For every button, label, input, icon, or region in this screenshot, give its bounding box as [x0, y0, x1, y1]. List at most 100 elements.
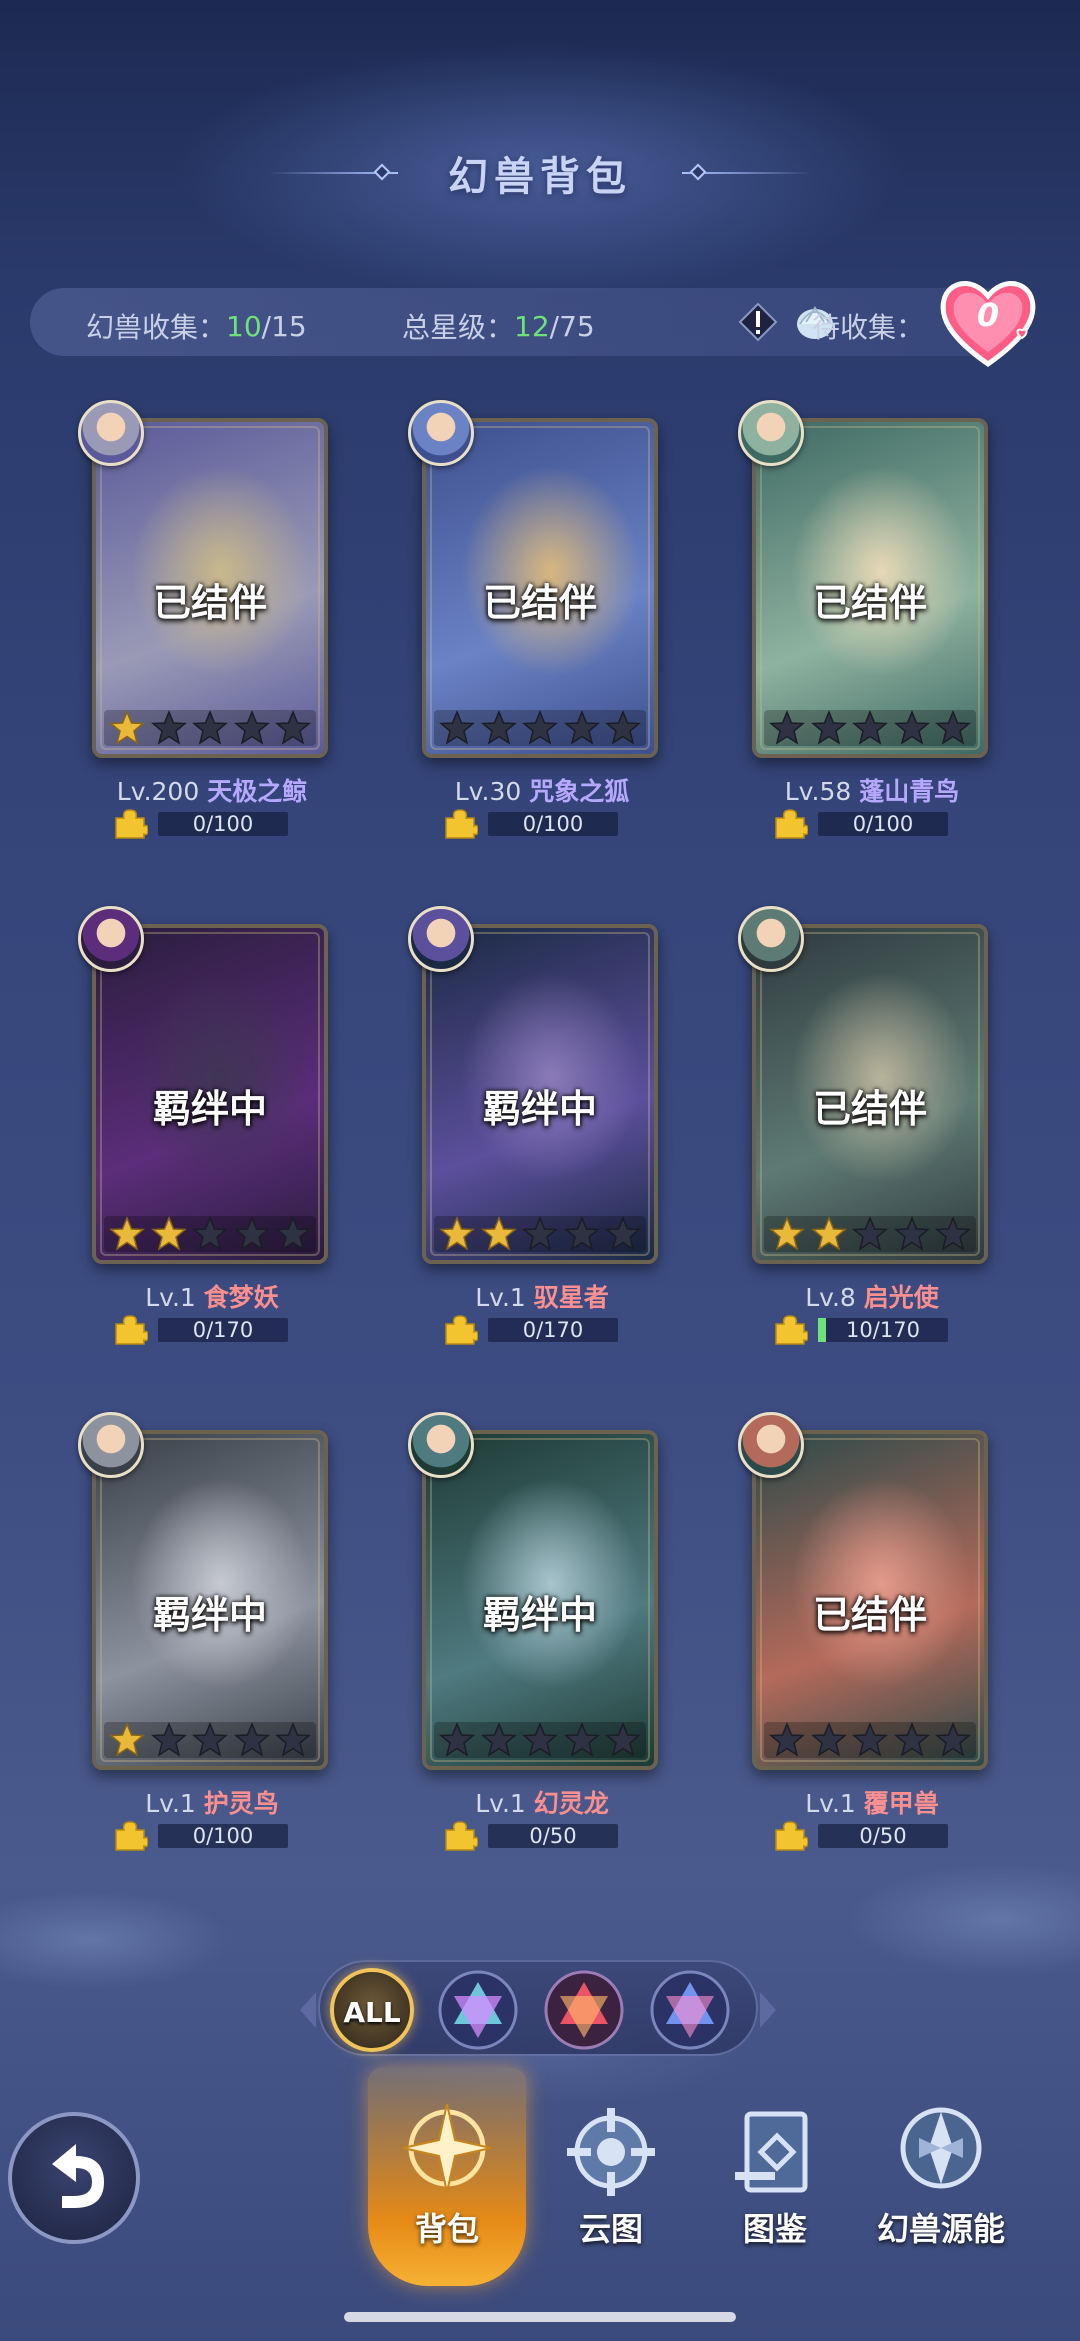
bond-status: 羁绊中 [482, 1593, 597, 1637]
title-ornament-right [682, 163, 812, 181]
beast-card-frame[interactable]: 已结伴 [752, 1430, 988, 1770]
star-empty-icon [480, 710, 517, 745]
beast-level: Lv.58 [784, 777, 852, 806]
star-empty-icon [563, 1722, 600, 1757]
beast-card-frame[interactable]: 羁绊中 [92, 924, 328, 1264]
blue-gem-icon[interactable] [648, 1968, 732, 2052]
beast-card-frame[interactable]: 已结伴 [422, 418, 658, 758]
filter-arrow-left-icon [300, 1992, 316, 2028]
back-arrow-icon [52, 2144, 104, 2208]
star-filled-icon [109, 1722, 145, 1757]
fragment-progress: 10/170 [772, 1314, 1012, 1346]
star-empty-icon [192, 710, 228, 745]
beast-card-frame[interactable]: 羁绊中 [422, 924, 658, 1264]
collect-value: 10 [226, 309, 262, 343]
companion-avatar[interactable] [738, 400, 804, 466]
puzzle-piece-icon [115, 809, 148, 839]
star-empty-icon [192, 1216, 228, 1251]
fragment-progress: 0/170 [112, 1314, 352, 1346]
nav-cloud-map[interactable]: 云图 [536, 2080, 686, 2280]
fragment-bar: 10/170 [818, 1318, 948, 1342]
star-empty-icon [852, 1722, 888, 1757]
companion-avatar[interactable] [408, 906, 474, 972]
star-empty-icon [563, 1216, 600, 1251]
companion-avatar[interactable] [738, 906, 804, 972]
page-title: 幻兽背包 [448, 154, 632, 200]
fragment-count: 0/100 [852, 812, 914, 836]
back-button[interactable] [8, 2112, 140, 2244]
star-filled-icon [109, 1216, 145, 1251]
beast-level: Lv.200 [116, 777, 200, 806]
puzzle-piece-icon [445, 809, 478, 839]
star-empty-icon [935, 1216, 971, 1251]
beast-name-row: Lv.30 咒象之狐 [402, 772, 682, 808]
alert-icon[interactable] [736, 300, 780, 344]
star-rating [764, 1216, 976, 1252]
star-filled-icon [810, 1216, 847, 1251]
companion-avatar[interactable] [738, 1412, 804, 1478]
star-empty-icon [935, 1722, 971, 1757]
star-filled-icon [480, 1216, 517, 1251]
home-indicator[interactable] [344, 2312, 736, 2322]
companion-avatar[interactable] [408, 1412, 474, 1478]
beast-card-frame[interactable]: 羁绊中 [422, 1430, 658, 1770]
star-filled-icon [109, 710, 145, 745]
nav-beast-energy-label: 幻兽源能 [876, 2210, 1005, 2248]
star-value: 12 [514, 309, 550, 343]
pending-heart-badge[interactable]: 0 [938, 272, 1048, 372]
star-empty-icon [150, 1722, 187, 1757]
star-rating [434, 710, 646, 746]
fragment-count: 0/170 [522, 1318, 584, 1342]
nav-codex-label: 图鉴 [742, 2210, 807, 2248]
beast-card-frame[interactable]: 羁绊中 [92, 1430, 328, 1770]
bond-status: 已结伴 [152, 581, 267, 625]
beast-level: Lv.1 [475, 1283, 526, 1312]
collect-stat: 幻兽收集： 10 /15 [86, 306, 307, 346]
beast-name: 启光使 [863, 1283, 939, 1312]
companion-avatar[interactable] [408, 400, 474, 466]
fragment-bar: 0/170 [488, 1318, 618, 1342]
star-empty-icon [893, 710, 930, 745]
page-header: 幻兽背包 [0, 138, 1080, 208]
beast-card-frame[interactable]: 已结伴 [752, 418, 988, 758]
star-empty-icon [439, 1722, 475, 1757]
filter-bar: ALL [300, 1960, 776, 2056]
beast-card-frame[interactable]: 已结伴 [752, 924, 988, 1264]
star-empty-icon [605, 1722, 641, 1757]
companion-avatar[interactable] [78, 400, 144, 466]
star-total: /75 [549, 309, 595, 343]
filter-arrow-right-icon [760, 1992, 776, 2028]
beast-name-row: Lv.1 驭星者 [402, 1278, 682, 1314]
pending-label: 待收集： [812, 311, 925, 344]
beast-name: 咒象之狐 [529, 777, 630, 806]
companion-avatar[interactable] [78, 906, 144, 972]
fragment-bar: 0/170 [158, 1318, 288, 1342]
star-rating [434, 1722, 646, 1758]
nav-beast-energy[interactable]: 幻兽源能 [866, 2080, 1016, 2280]
star-empty-icon [810, 710, 847, 745]
star-rating [434, 1216, 646, 1252]
nav-bag[interactable]: 背包 [372, 2080, 522, 2280]
bond-status: 已结伴 [812, 1087, 927, 1131]
nav-codex[interactable]: 图鉴 [700, 2080, 850, 2280]
star-rating [764, 710, 976, 746]
fragment-count: 10/170 [846, 1318, 920, 1342]
rainbow-gem-icon[interactable] [436, 1968, 520, 2052]
star-label: 总星级： [402, 311, 515, 344]
pending-count: 0 [976, 296, 1000, 334]
star-rating [104, 1216, 316, 1252]
star-empty-icon [275, 1216, 311, 1251]
star-empty-icon [935, 710, 971, 745]
star-empty-icon [439, 710, 475, 745]
red-gem-icon[interactable] [542, 1968, 626, 2052]
beast-card-frame[interactable]: 已结伴 [92, 418, 328, 758]
filter-all-button[interactable]: ALL [330, 1968, 414, 2052]
nav-bag-label: 背包 [414, 2210, 479, 2248]
filter-all-label: ALL [343, 1996, 401, 2029]
beast-name: 天极之鲸 [207, 777, 308, 806]
puzzle-piece-icon [115, 1315, 148, 1345]
cloud-map-icon [567, 2108, 655, 2196]
star-empty-icon [605, 710, 641, 745]
companion-avatar[interactable] [78, 1412, 144, 1478]
codex-book-icon [735, 2111, 808, 2193]
